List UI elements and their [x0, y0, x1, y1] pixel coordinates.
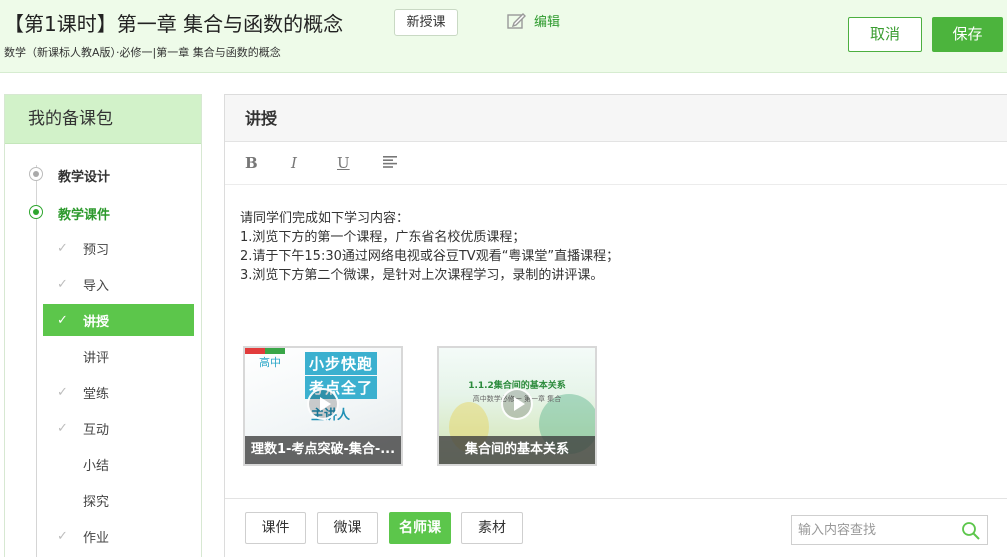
sidebar-item-label: 预习	[83, 242, 110, 258]
editor-panel: 讲授 B I U 请同学们完成如下学习内容： 1.浏览下方的第一个课程，广东省名…	[224, 94, 1007, 557]
video-caption: 理数1-考点突破-集合-...	[245, 436, 401, 464]
tab-famous-teacher[interactable]: 名师课	[389, 512, 451, 544]
check-icon: ✓	[57, 312, 68, 328]
sidebar-item-label: 讲评	[83, 350, 110, 366]
sidebar-item-label: 作业	[83, 530, 110, 546]
sidebar-item-interaction[interactable]: ✓ 互动	[43, 412, 194, 444]
video-card[interactable]: 高中 小步快跑 考点全了 主讲人 理数1-考点突破-集合-...	[243, 346, 403, 466]
content-line: 请同学们完成如下学习内容：	[240, 211, 410, 226]
bold-button[interactable]: B	[245, 154, 291, 172]
align-left-icon	[383, 156, 397, 168]
resource-tabs-bar: 课件 微课 名师课 素材	[225, 498, 1007, 557]
sidebar-item-preview[interactable]: ✓ 预习	[43, 232, 194, 264]
sidebar-item-label: 互动	[83, 422, 110, 438]
sidebar-item-practice[interactable]: ✓ 堂练	[43, 376, 194, 408]
sidebar-item-label: 堂练	[83, 386, 110, 402]
video-caption: 集合间的基本关系	[439, 436, 595, 464]
tab-microlesson[interactable]: 微课	[317, 512, 378, 544]
sidebar-item-homework[interactable]: ✓ 作业	[43, 520, 194, 552]
lesson-type-badge: 新授课	[394, 9, 458, 36]
sidebar-item-label: 讲授	[83, 314, 110, 330]
sidebar-item-label: 导入	[83, 278, 110, 294]
check-icon: ✓	[57, 420, 68, 436]
cancel-button[interactable]: 取消	[848, 17, 922, 52]
tab-materials[interactable]: 素材	[461, 512, 523, 544]
play-icon	[501, 388, 533, 420]
content-line: 1.浏览下方的第一个课程，广东省名校优质课程；	[240, 230, 526, 245]
play-icon	[307, 388, 339, 420]
section-dot-icon	[29, 167, 43, 181]
save-button[interactable]: 保存	[932, 17, 1003, 52]
check-icon: ✓	[57, 528, 68, 544]
sidebar-item-explore[interactable]: 探究	[43, 484, 194, 516]
sidebar-title: 我的备课包	[5, 95, 201, 144]
search-icon[interactable]	[961, 521, 981, 541]
sidebar-section-courseware[interactable]: 教学课件	[58, 204, 110, 223]
check-icon: ✓	[57, 384, 68, 400]
video-card[interactable]: 1.1.2集合间的基本关系 高中数学必修一 第一章 集合 集合间的基本关系	[437, 346, 597, 466]
check-icon: ✓	[57, 276, 68, 292]
edit-button[interactable]: 编辑	[507, 11, 560, 30]
sidebar-item-intro[interactable]: ✓ 导入	[43, 268, 194, 300]
search-box	[791, 515, 988, 545]
sidebar-item-label: 探究	[83, 494, 110, 510]
content-line: 2.请于下午15:30通过网络电视或谷豆TV观看“粤课堂”直播课程；	[240, 249, 620, 264]
panel-title: 讲授	[225, 95, 1007, 142]
sidebar-item-review[interactable]: 讲评	[43, 340, 194, 372]
edit-icon	[507, 12, 526, 29]
sidebar-item-summary[interactable]: 小结	[43, 448, 194, 480]
check-icon: ✓	[57, 240, 68, 256]
underline-button[interactable]: U	[337, 154, 383, 172]
sidebar: 我的备课包 教学设计 教学课件 ✓ 预习 ✓ 导入 ✓ 讲授 讲评 ✓ 堂练 ✓…	[4, 94, 202, 557]
timeline-line	[36, 165, 37, 557]
align-left-button[interactable]	[383, 154, 429, 172]
header-bar: 【第1课时】第一章 集合与函数的概念 新授课 编辑 数学（新课标人教A版）·必修…	[0, 0, 1007, 73]
edit-label: 编辑	[534, 15, 561, 30]
tab-courseware[interactable]: 课件	[245, 512, 306, 544]
content-line: 3.浏览下方第二个微课，是针对上次课程学习，录制的讲评课。	[240, 268, 604, 283]
search-input[interactable]	[792, 516, 952, 544]
editor-content[interactable]: 请同学们完成如下学习内容： 1.浏览下方的第一个课程，广东省名校优质课程； 2.…	[240, 209, 619, 285]
sidebar-item-label: 小结	[83, 458, 110, 474]
section-dot-active-icon	[29, 205, 43, 219]
format-toolbar: B I U	[225, 142, 1007, 185]
sidebar-section-design[interactable]: 教学设计	[58, 166, 110, 185]
sidebar-item-lecture[interactable]: ✓ 讲授	[43, 304, 194, 336]
page-title: 【第1课时】第一章 集合与函数的概念	[4, 12, 344, 36]
italic-button[interactable]: I	[291, 154, 337, 172]
breadcrumb: 数学（新课标人教A版）·必修一|第一章 集合与函数的概念	[4, 46, 281, 59]
